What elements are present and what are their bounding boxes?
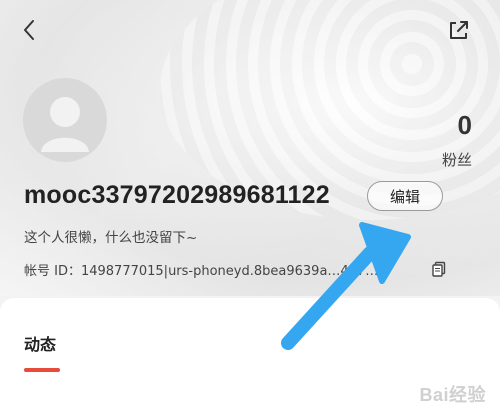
fans-count[interactable]: 0 — [458, 110, 472, 141]
tab-dynamic[interactable]: 动态 — [24, 331, 56, 355]
tab-active-indicator — [24, 368, 60, 372]
share-icon — [450, 21, 468, 39]
edit-profile-button[interactable]: 编辑 — [367, 181, 443, 211]
fans-label[interactable]: 粉丝 — [442, 149, 472, 170]
username: mooc33797202989681122 — [24, 181, 330, 209]
bio-text: 这个人很懒，什么也没留下~ — [24, 230, 198, 246]
chevron-left-icon — [24, 20, 34, 40]
copy-icon[interactable] — [432, 261, 446, 277]
watermark: Bai经验 — [419, 385, 486, 405]
arrow-annotation-icon — [281, 222, 411, 350]
avatar[interactable] — [23, 78, 107, 162]
back-button[interactable] — [18, 18, 42, 42]
edit-label: 编辑 — [389, 188, 420, 206]
avatar-placeholder-icon — [41, 97, 89, 152]
share-button[interactable] — [446, 17, 472, 43]
